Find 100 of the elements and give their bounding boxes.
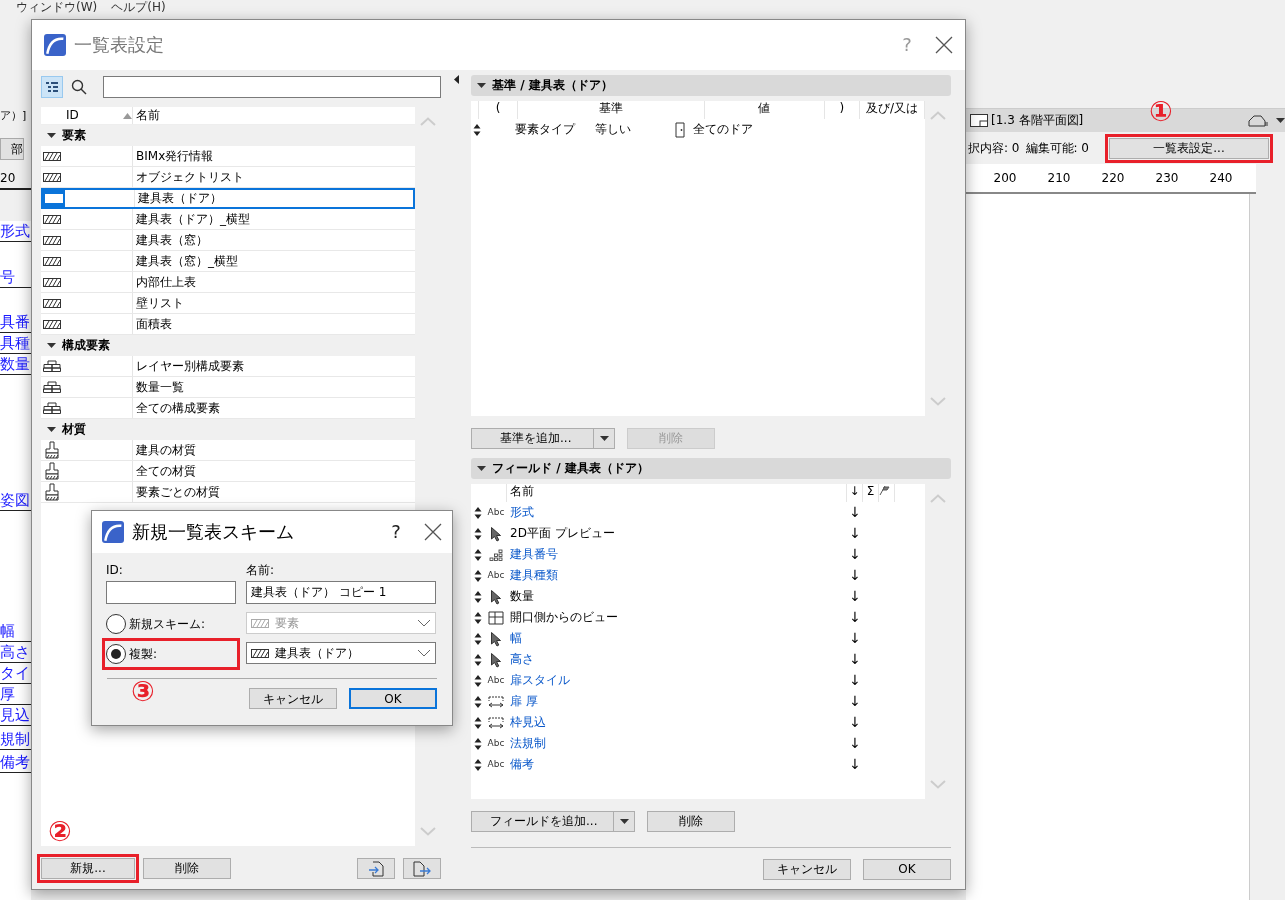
caret-down-icon[interactable]: [1276, 118, 1285, 123]
expand-caret-icon[interactable]: [477, 466, 486, 471]
sort-order[interactable]: ↓: [847, 630, 863, 647]
scheme-row[interactable]: 全ての材質: [41, 461, 415, 482]
sort-order[interactable]: ↓: [847, 588, 863, 605]
scheme-name: 要素ごとの材質: [135, 484, 221, 500]
close-icon[interactable]: [424, 523, 442, 541]
export-button[interactable]: [403, 858, 442, 879]
expand-caret-icon[interactable]: [47, 343, 56, 348]
scheme-row[interactable]: 壁リスト: [41, 293, 415, 314]
sort-order[interactable]: ↓: [847, 525, 863, 542]
sort-handle-icon[interactable]: [474, 590, 482, 603]
expand-caret-icon[interactable]: [47, 133, 56, 138]
flag-icon[interactable]: [879, 484, 891, 496]
sort-order[interactable]: ↓: [847, 672, 863, 689]
import-button[interactable]: [357, 858, 396, 879]
column-header[interactable]: 名前: [133, 108, 415, 123]
search-icon[interactable]: [71, 79, 87, 95]
delete-button[interactable]: 削除: [143, 858, 231, 879]
sort-order[interactable]: ↓: [847, 609, 863, 626]
column-header[interactable]: ID: [66, 108, 117, 123]
scheme-row[interactable]: 内部仕上表: [41, 272, 415, 293]
add-field-button[interactable]: フィールドを追加...: [471, 811, 636, 832]
caret-down-icon[interactable]: [599, 436, 609, 441]
radio-button[interactable]: [106, 644, 126, 665]
scheme-row[interactable]: レイヤー別構成要素: [41, 356, 415, 377]
sort-order[interactable]: ↓: [847, 651, 863, 668]
scheme-row[interactable]: 建具表（窓）_横型: [41, 251, 415, 272]
scheme-row[interactable]: 建具の材質: [41, 440, 415, 461]
scheme-row[interactable]: 建具表（窓）: [41, 230, 415, 251]
sort-handle-icon[interactable]: [474, 653, 482, 666]
sort-order[interactable]: ↓: [847, 546, 863, 563]
column-header[interactable]: ): [824, 101, 861, 119]
radio-label: 新規スキーム:: [129, 617, 206, 632]
close-icon[interactable]: [935, 36, 953, 54]
sort-order[interactable]: ↓: [847, 756, 863, 773]
dialog-button[interactable]: OK: [863, 859, 951, 880]
id-field[interactable]: [106, 581, 236, 605]
help-button[interactable]: ?: [376, 521, 416, 543]
sort-order[interactable]: ↓: [847, 504, 863, 521]
delete-button[interactable]: 削除: [647, 811, 736, 832]
scheme-row[interactable]: 要素ごとの材質: [41, 482, 415, 503]
brush-icon: [44, 441, 60, 459]
column-header[interactable]: 基準: [518, 101, 705, 119]
group-label: 材質: [62, 422, 86, 437]
column-header[interactable]: (: [478, 101, 519, 119]
add-criterion-button[interactable]: 基準を追加...: [471, 428, 616, 449]
sort-order[interactable]: ↓: [847, 693, 863, 710]
scheme-row[interactable]: 数量一覧: [41, 377, 415, 398]
sort-handle-icon[interactable]: [474, 758, 482, 771]
expand-caret-icon[interactable]: [477, 83, 486, 88]
sort-handle-icon[interactable]: [474, 695, 482, 708]
chevron-down-icon: [417, 619, 431, 628]
sort-handle-icon[interactable]: [474, 506, 482, 519]
field-name: 数量: [510, 589, 534, 604]
sort-handle-icon[interactable]: [474, 611, 482, 624]
tree-view-button[interactable]: [41, 76, 63, 98]
door-icon: [675, 121, 685, 138]
sort-order[interactable]: ↓: [847, 735, 863, 752]
house-icon[interactable]: [1248, 113, 1270, 128]
column-header[interactable]: 及び/又は: [860, 101, 925, 119]
sort-handle-icon[interactable]: [474, 569, 482, 582]
sort-handle-icon[interactable]: [474, 737, 482, 750]
new-button[interactable]: 新規...: [41, 858, 135, 879]
field-name: 建具番号: [510, 547, 558, 562]
expand-caret-icon[interactable]: [47, 427, 56, 432]
sort-handle-icon[interactable]: [474, 716, 482, 729]
scheme-dropdown[interactable]: 建具表（ドア）: [246, 642, 436, 665]
sort-order[interactable]: ↓: [847, 714, 863, 731]
scheme-name: 全ての材質: [135, 463, 197, 479]
scheme-row[interactable]: 建具表（ドア）: [41, 188, 415, 209]
column-header[interactable]: ↓: [847, 484, 863, 502]
sort-order[interactable]: ↓: [847, 567, 863, 584]
collapse-panel-icon[interactable]: [453, 75, 459, 84]
menu-item[interactable]: ヘルプ(H): [111, 0, 166, 16]
caret-down-icon[interactable]: [619, 819, 629, 824]
scheme-row[interactable]: 建具表（ドア）_横型: [41, 209, 415, 230]
column-header[interactable]: 値: [704, 101, 825, 119]
toolbar-button[interactable]: 部: [0, 138, 24, 160]
view-tab[interactable]: [1.3 各階平面図]: [991, 113, 1084, 128]
dialog-button[interactable]: キャンセル: [249, 688, 337, 710]
step-number: ③: [131, 678, 155, 707]
menu-item[interactable]: ウィンドウ(W): [16, 0, 98, 16]
sort-handle-icon[interactable]: [474, 527, 482, 540]
column-header[interactable]: 名前: [507, 484, 847, 502]
scheme-row[interactable]: オブジェクトリスト: [41, 167, 415, 188]
name-field[interactable]: 建具表（ドア） コピー 1: [246, 581, 436, 605]
bricks-icon: [43, 402, 61, 414]
sort-handle-icon[interactable]: [474, 674, 482, 687]
sort-handle-icon[interactable]: [474, 548, 482, 561]
search-field[interactable]: [103, 76, 442, 98]
column-header[interactable]: Σ: [863, 484, 879, 502]
sort-handle-icon[interactable]: [473, 123, 481, 136]
sort-handle-icon[interactable]: [474, 632, 482, 645]
schedule-settings-button[interactable]: 一覧表設定...: [1109, 137, 1269, 159]
step-number: ②: [48, 818, 72, 846]
default-button[interactable]: OK: [349, 688, 437, 710]
dialog-button[interactable]: キャンセル: [763, 859, 851, 880]
scheme-row[interactable]: BIMx発行情報: [41, 146, 415, 167]
brush-icon: [44, 462, 60, 480]
